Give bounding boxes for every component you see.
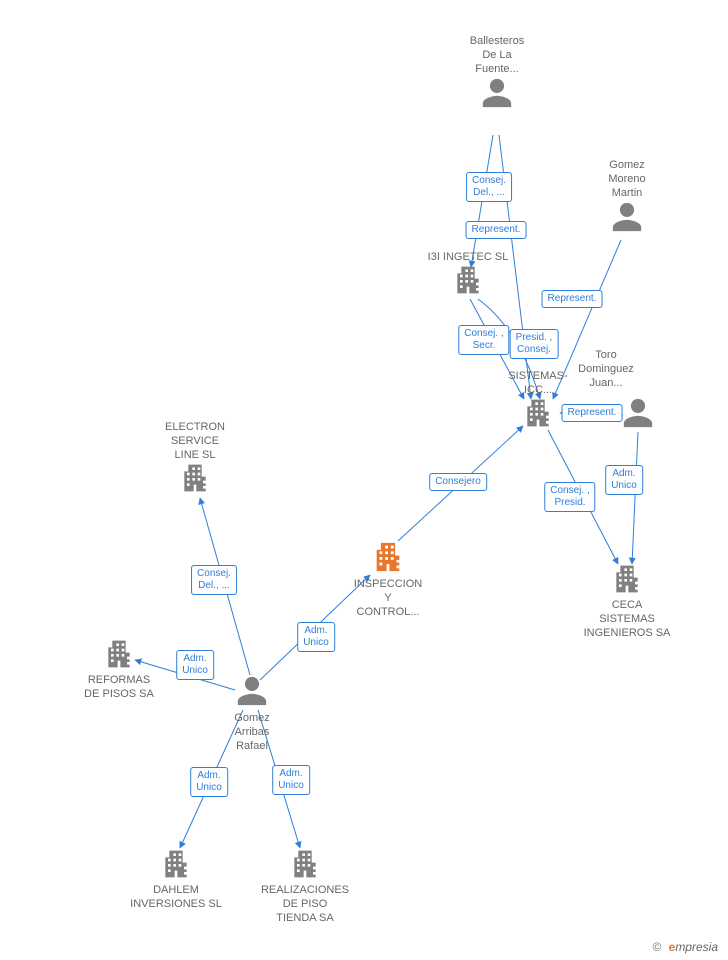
node-inspeccion-control[interactable]: INSPECCION Y CONTROL... [328,540,448,619]
node-reformas[interactable]: REFORMAS DE PISOS SA [59,638,179,701]
node-label: INSPECCION Y CONTROL... [328,577,448,619]
node-ceca[interactable]: CECA SISTEMAS INGENIEROS SA [567,563,687,640]
person-icon [480,76,514,113]
node-label: I3I INGETEC SL [408,250,528,264]
edge-label[interactable]: Represent. [466,221,527,239]
footer-brand: © empresia [652,940,718,954]
edge-label[interactable]: Represent. [542,290,603,308]
building-icon [452,264,484,299]
node-realizaciones[interactable]: REALIZACIONES DE PISO TIENDA SA [245,848,365,925]
node-label: Ballesteros De La Fuente... [437,34,557,76]
node-electron[interactable]: ELECTRON SERVICE LINE SL [135,420,255,497]
node-label: ELECTRON SERVICE LINE SL [135,420,255,462]
edge-label[interactable]: Represent. [562,404,623,422]
edge-label[interactable]: Consej. Del., ... [191,565,237,595]
node-label: CECA SISTEMAS INGENIEROS SA [567,598,687,640]
person-icon [621,396,655,433]
person-icon [610,200,644,237]
edge-label[interactable]: Consejero [429,473,487,491]
node-gomez-moreno[interactable]: Gomez Moreno Martin [567,158,687,237]
edge-label[interactable]: Consej. , Presid. [544,482,595,512]
edge-label[interactable]: Adm. Unico [272,765,310,795]
edge-label[interactable]: Adm. Unico [176,650,214,680]
brand-name: empresia [669,940,718,954]
node-label: DAHLEM INVERSIONES SL [116,883,236,911]
node-label: Gomez Moreno Martin [567,158,687,200]
building-icon [522,397,554,432]
node-dahlem[interactable]: DAHLEM INVERSIONES SL [116,848,236,911]
edge-label[interactable]: Consej. , Secr. [458,325,509,355]
node-gomez-arribas[interactable]: Gomez Arribas Rafael [192,674,312,753]
building-icon [371,540,405,577]
building-icon [103,638,135,673]
building-icon [289,848,321,883]
node-label: REFORMAS DE PISOS SA [59,673,179,701]
node-label: SISTEMAS- ICC... [478,369,598,397]
copyright-symbol: © [652,940,661,954]
building-icon [611,563,643,598]
edge-label[interactable]: Adm. Unico [190,767,228,797]
diagram-canvas: Ballesteros De La Fuente... Gomez Moreno… [0,0,728,960]
building-icon [160,848,192,883]
node-label: Gomez Arribas Rafael [192,711,312,753]
node-label: REALIZACIONES DE PISO TIENDA SA [245,883,365,925]
building-icon [179,462,211,497]
node-sistemas-icc[interactable]: SISTEMAS- ICC... [478,369,598,432]
node-i3i-ingetec[interactable]: I3I INGETEC SL [408,250,528,299]
edge-label[interactable]: Consej. Del., ... [466,172,512,202]
person-icon [235,674,269,711]
edge-label[interactable]: Adm. Unico [605,465,643,495]
node-ballesteros[interactable]: Ballesteros De La Fuente... [437,34,557,113]
edge-label[interactable]: Adm. Unico [297,622,335,652]
edge-label[interactable]: Presid. , Consej. [510,329,559,359]
